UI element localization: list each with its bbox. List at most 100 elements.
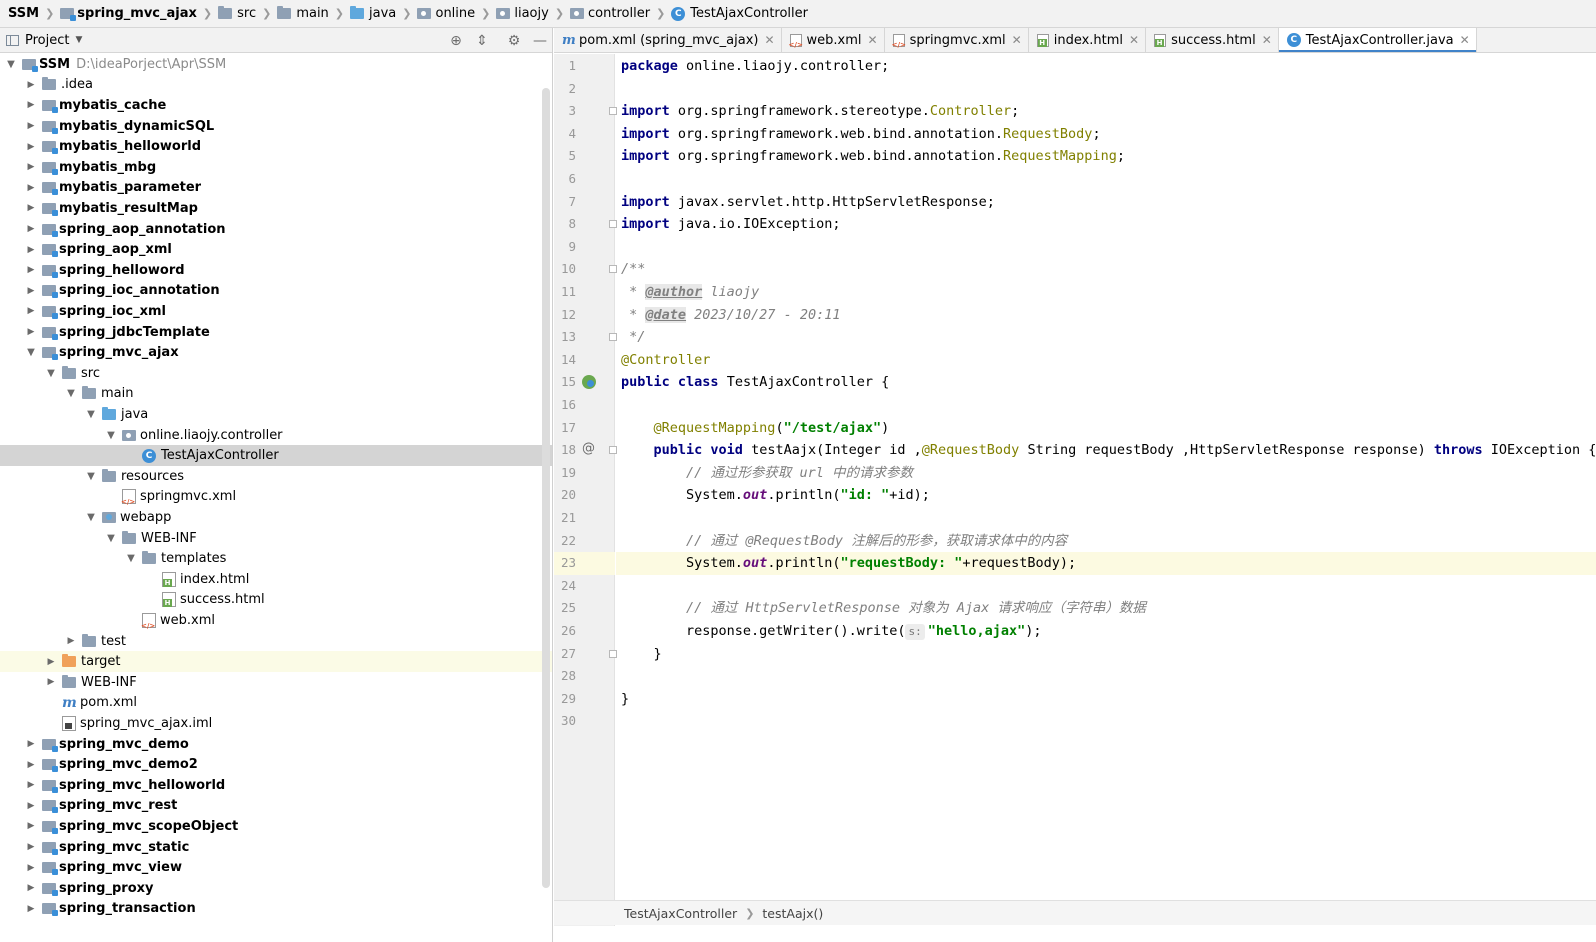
chevron-right-icon[interactable]: ▶	[24, 760, 38, 770]
code-line[interactable]: package online.liaojy.controller;	[616, 55, 1596, 78]
tree-node[interactable]: ▶ .idea	[0, 75, 552, 96]
tree-node[interactable]: ▼ SSM D:\ideaPorject\Apr\SSM	[0, 54, 552, 75]
tree-node[interactable]: ▶ spring_mvc_demo	[0, 734, 552, 755]
chevron-right-icon[interactable]: ▶	[24, 121, 38, 131]
tree-node[interactable]: ▶ spring_proxy	[0, 878, 552, 899]
chevron-down-icon[interactable]: ▼	[104, 430, 118, 441]
code-line[interactable]	[616, 168, 1596, 191]
tree-node[interactable]: ▶ mybatis_parameter	[0, 178, 552, 199]
chevron-right-icon[interactable]: ▶	[24, 183, 38, 193]
editor-tab[interactable]: web.xml ✕	[782, 28, 885, 52]
code-line[interactable]: * @date 2023/10/27 - 20:11	[616, 304, 1596, 327]
code-line[interactable]: // 通过形参获取 url 中的请求参数	[616, 462, 1596, 485]
chevron-right-icon[interactable]: ▶	[24, 904, 38, 914]
close-icon[interactable]: ✕	[1460, 33, 1470, 47]
nav-crumb[interactable]: online	[413, 0, 479, 27]
tree-node[interactable]: ▶ spring_mvc_view	[0, 857, 552, 878]
chevron-down-icon[interactable]: ▼	[4, 59, 18, 70]
nav-crumb[interactable]: controller	[566, 0, 654, 27]
nav-crumb[interactable]: SSM	[4, 0, 43, 27]
code-line[interactable]: System.out.println("id: "+id);	[616, 484, 1596, 507]
tree-node[interactable]: ▶ spring_mvc_static	[0, 837, 552, 858]
chevron-right-icon[interactable]: ▶	[44, 657, 58, 667]
tree-node[interactable]: ▶ spring_aop_xml	[0, 239, 552, 260]
close-icon[interactable]: ✕	[764, 33, 774, 47]
tree-node[interactable]: ▼ webapp	[0, 507, 552, 528]
chevron-down-icon[interactable]: ▼	[84, 409, 98, 420]
tree-node[interactable]: ▶ mybatis_resultMap	[0, 198, 552, 219]
chevron-right-icon[interactable]: ▶	[24, 286, 38, 296]
spring-bean-icon[interactable]	[582, 375, 596, 390]
nav-crumb[interactable]: java	[346, 0, 400, 27]
editor-tab[interactable]: success.html ✕	[1146, 28, 1279, 52]
chevron-down-icon[interactable]: ▼	[84, 471, 98, 482]
tree-node[interactable]: ▶ test	[0, 631, 552, 652]
tree-node[interactable]: ▶ spring_helloword	[0, 260, 552, 281]
chevron-right-icon[interactable]: ▶	[24, 203, 38, 213]
close-icon[interactable]: ✕	[1129, 33, 1139, 47]
editor-breadcrumb-item[interactable]: TestAjaxController	[624, 906, 737, 921]
code-line[interactable]	[616, 78, 1596, 101]
code-line[interactable]	[616, 710, 1596, 733]
hide-icon[interactable]: —	[531, 32, 549, 50]
code-line[interactable]: * @author liaojy	[616, 281, 1596, 304]
code-line[interactable]: public void testAajx(Integer id ,@Reques…	[616, 439, 1596, 462]
code-line[interactable]: System.out.println("requestBody: "+reque…	[616, 552, 1596, 575]
chevron-right-icon[interactable]: ▶	[24, 801, 38, 811]
code-editor[interactable]: package online.liaojy.controller; import …	[616, 54, 1596, 926]
tree-node[interactable]: ▶spring_mvc_ajax.iml	[0, 713, 552, 734]
chevron-right-icon[interactable]: ▶	[44, 677, 58, 687]
tree-node[interactable]: ▼ WEB-INF	[0, 528, 552, 549]
tree-node[interactable]: ▶ spring_mvc_scopeObject	[0, 816, 552, 837]
code-line[interactable]: import org.springframework.web.bind.anno…	[616, 123, 1596, 146]
tree-node[interactable]: ▼ spring_mvc_ajax	[0, 342, 552, 363]
tree-node[interactable]: ▶ spring_aop_annotation	[0, 219, 552, 240]
nav-crumb[interactable]: main	[273, 0, 332, 27]
tree-node[interactable]: ▶web.xml	[0, 610, 552, 631]
project-view-selector[interactable]: Project	[25, 33, 69, 48]
tree-node[interactable]: ▶ spring_transaction	[0, 899, 552, 920]
request-mapping-icon[interactable]: @	[582, 441, 595, 456]
chevron-right-icon[interactable]: ▶	[24, 265, 38, 275]
close-icon[interactable]: ✕	[1262, 33, 1272, 47]
code-line[interactable]: import org.springframework.web.bind.anno…	[616, 145, 1596, 168]
close-icon[interactable]: ✕	[1012, 33, 1022, 47]
chevron-down-icon[interactable]: ▼	[124, 553, 138, 564]
chevron-right-icon[interactable]: ▶	[24, 883, 38, 893]
chevron-right-icon[interactable]: ▶	[24, 245, 38, 255]
chevron-right-icon[interactable]: ▶	[24, 142, 38, 152]
tree-node[interactable]: ▶ spring_mvc_helloworld	[0, 775, 552, 796]
code-line[interactable]	[616, 575, 1596, 598]
editor-tab[interactable]: C TestAjaxController.java ✕	[1278, 28, 1477, 52]
editor-breadcrumb-item[interactable]: testAajx()	[762, 906, 823, 921]
code-line[interactable]	[616, 507, 1596, 530]
chevron-down-icon[interactable]: ▼	[84, 512, 98, 523]
tree-node[interactable]: ▶index.html	[0, 569, 552, 590]
nav-crumb[interactable]: liaojy	[492, 0, 552, 27]
tree-node[interactable]: ▶ WEB-INF	[0, 672, 552, 693]
chevron-right-icon[interactable]: ▶	[24, 162, 38, 172]
tree-node[interactable]: ▶CTestAjaxController	[0, 445, 552, 466]
chevron-right-icon[interactable]: ▶	[24, 327, 38, 337]
tree-node[interactable]: ▼ src	[0, 363, 552, 384]
code-line[interactable]: @RequestMapping("/test/ajax")	[616, 417, 1596, 440]
chevron-right-icon[interactable]: ▶	[24, 100, 38, 110]
chevron-down-icon[interactable]: ▼	[104, 533, 118, 544]
code-line[interactable]: public class TestAjaxController {	[616, 371, 1596, 394]
chevron-right-icon[interactable]: ▶	[24, 306, 38, 316]
chevron-right-icon[interactable]: ▶	[24, 780, 38, 790]
code-line[interactable]: */	[616, 326, 1596, 349]
project-scrollbar[interactable]	[542, 88, 550, 888]
nav-crumb[interactable]: C TestAjaxController	[667, 0, 812, 27]
locate-icon[interactable]: ⊕	[447, 32, 465, 50]
gear-icon[interactable]: ⚙	[505, 32, 523, 50]
code-line[interactable]	[616, 236, 1596, 259]
chevron-down-icon[interactable]: ▼	[44, 368, 58, 379]
code-line[interactable]	[616, 394, 1596, 417]
tree-node[interactable]: ▶ target	[0, 651, 552, 672]
code-line[interactable]: }	[616, 688, 1596, 711]
chevron-right-icon[interactable]: ▶	[24, 821, 38, 831]
chevron-down-icon[interactable]: ▼	[24, 347, 38, 358]
code-line[interactable]: response.getWriter().write(s: "hello,ajax…	[616, 620, 1596, 643]
chevron-right-icon[interactable]: ▶	[24, 80, 38, 90]
